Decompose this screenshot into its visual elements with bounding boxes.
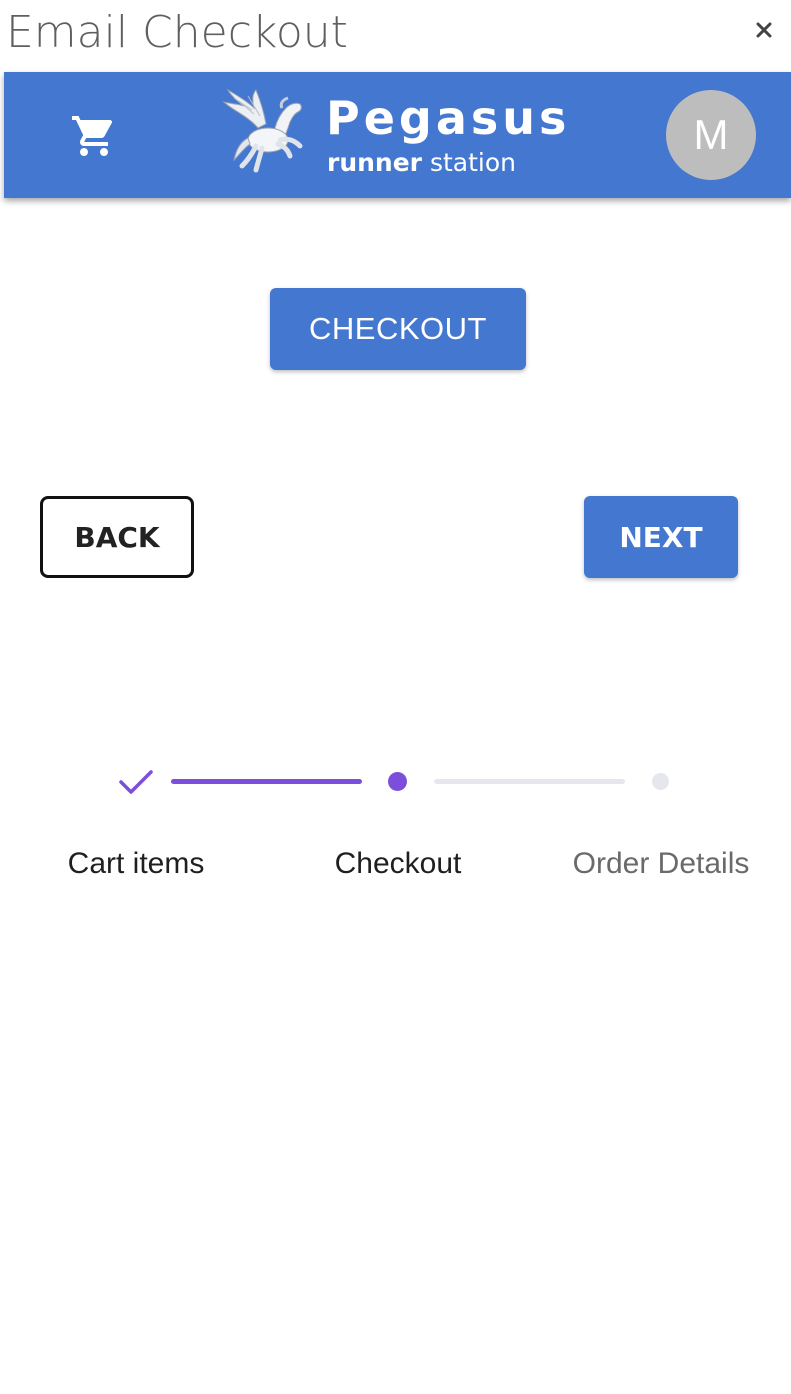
- avatar[interactable]: M: [666, 90, 756, 180]
- step-connector-completed: [171, 779, 362, 784]
- step-label-order-details[interactable]: Order Details: [551, 846, 771, 882]
- step-label-cart-items[interactable]: Cart items: [26, 846, 246, 882]
- shopping-cart-icon: [72, 116, 113, 156]
- checkout-stepper: Cart items Checkout Order Details: [0, 760, 791, 900]
- cart-button[interactable]: [64, 108, 124, 164]
- back-button[interactable]: BACK: [40, 496, 194, 578]
- step-label-checkout[interactable]: Checkout: [288, 846, 508, 882]
- step-indicator-pending: [652, 773, 669, 790]
- window-title: Email Checkout: [6, 7, 348, 58]
- close-button[interactable]: [748, 14, 780, 46]
- brand-tagline-strong: runner: [327, 148, 423, 177]
- brand-logo: [218, 88, 314, 174]
- app-header: Pegasus runner station M: [4, 72, 791, 198]
- brand-tagline: runner station: [327, 148, 516, 178]
- brand-name: Pegasus: [326, 91, 571, 145]
- step-indicator-active: [388, 772, 407, 791]
- pegasus-logo-icon: [222, 88, 303, 173]
- next-button[interactable]: NEXT: [584, 496, 738, 578]
- checkout-button[interactable]: CHECKOUT: [270, 288, 526, 370]
- window-titlebar: Email Checkout: [0, 0, 791, 72]
- step-connector-pending: [434, 779, 625, 784]
- brand-tagline-rest: station: [422, 148, 516, 177]
- check-icon: [119, 770, 153, 794]
- close-icon: [756, 22, 772, 38]
